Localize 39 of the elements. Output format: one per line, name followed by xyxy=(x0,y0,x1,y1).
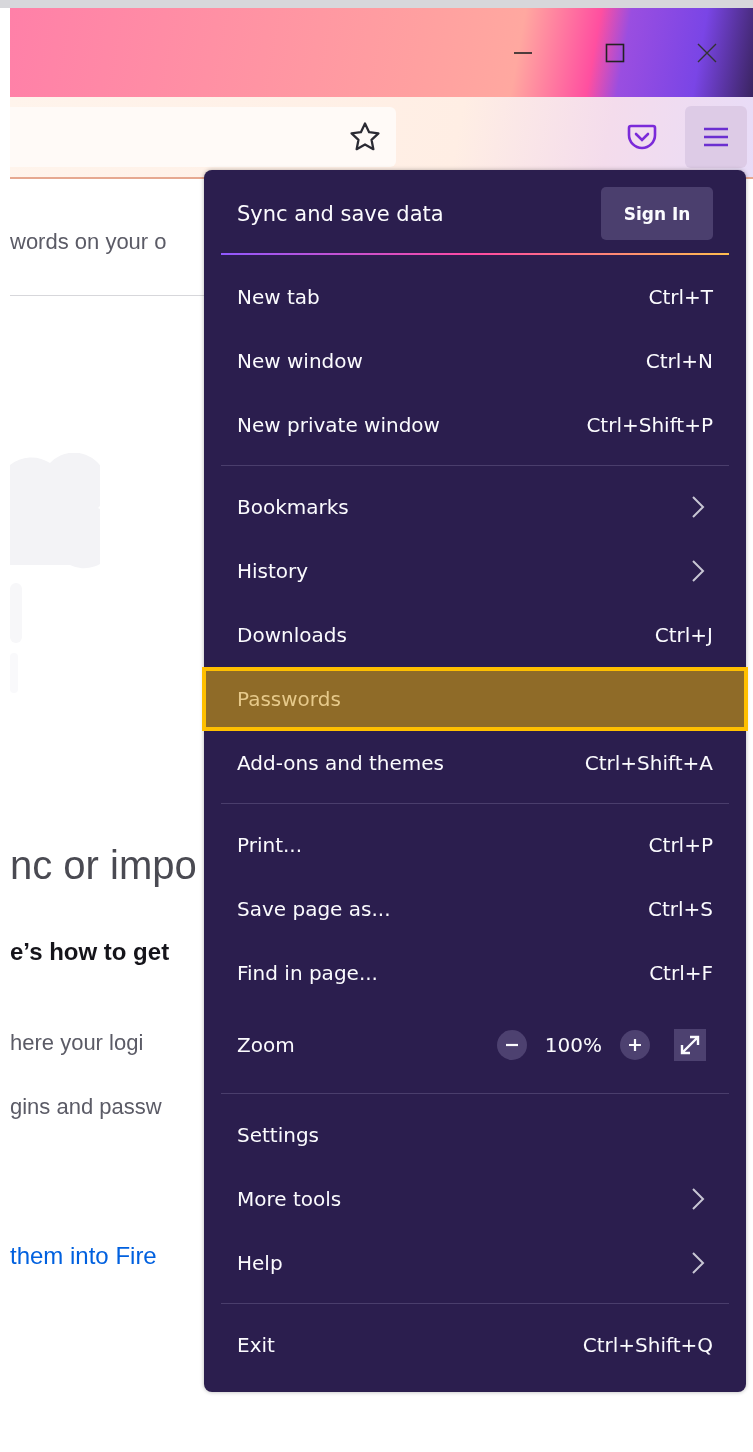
menu-item[interactable]: Find in page... Ctrl+F xyxy=(204,941,746,1005)
page-heading: nc or impo xyxy=(10,843,198,888)
zoom-out-button[interactable] xyxy=(496,1030,527,1060)
menu-item[interactable]: Bookmarks xyxy=(204,475,746,539)
page-text: gins and passw xyxy=(10,1094,163,1120)
menu-item[interactable]: New private window Ctrl+Shift+P xyxy=(204,393,746,457)
sync-title: Sync and save data xyxy=(237,201,444,226)
import-link[interactable]: them into Fire xyxy=(10,1242,203,1270)
menu-icon xyxy=(703,126,729,148)
menu-button[interactable] xyxy=(685,106,747,168)
zoom-level[interactable]: 100% xyxy=(544,1033,602,1057)
menu-item-label: Zoom xyxy=(237,1033,295,1057)
menu-item[interactable]: Print... Ctrl+P xyxy=(204,813,746,877)
chevron-right-icon xyxy=(691,495,705,519)
chevron-right-icon xyxy=(691,1251,705,1275)
chevron-right-icon xyxy=(691,1187,705,1211)
menu-item[interactable]: Downloads Ctrl+J xyxy=(204,603,746,667)
menu-item[interactable]: More tools xyxy=(204,1167,746,1231)
menu-item[interactable]: Exit Ctrl+Shift+Q xyxy=(204,1313,746,1377)
menu-item[interactable]: Add-ons and themes Ctrl+Shift+A xyxy=(204,731,746,795)
page-text: here your logi xyxy=(10,1030,145,1056)
menu-item[interactable]: History xyxy=(204,539,746,603)
minimize-icon xyxy=(513,51,533,54)
menu-item[interactable]: Save page as... Ctrl+S xyxy=(204,877,746,941)
zoom-in-button[interactable] xyxy=(620,1030,650,1060)
menu-item[interactable]: New tab Ctrl+T xyxy=(204,265,746,329)
menu-item[interactable]: New window Ctrl+N xyxy=(204,329,746,393)
pocket-icon[interactable] xyxy=(627,123,657,151)
maximize-icon xyxy=(605,42,625,63)
page-text: e’s how to get xyxy=(10,938,171,966)
fullscreen-button[interactable] xyxy=(674,1029,706,1061)
sign-in-button[interactable]: Sign In xyxy=(601,187,713,240)
menu-item[interactable]: Help xyxy=(204,1231,746,1295)
plus-icon xyxy=(628,1038,642,1052)
chevron-right-icon xyxy=(691,559,705,583)
menu-item[interactable]: Settings xyxy=(204,1103,746,1167)
expand-arrows-icon xyxy=(679,1034,701,1056)
close-icon xyxy=(697,42,717,63)
page-text: words on your o xyxy=(10,229,168,255)
